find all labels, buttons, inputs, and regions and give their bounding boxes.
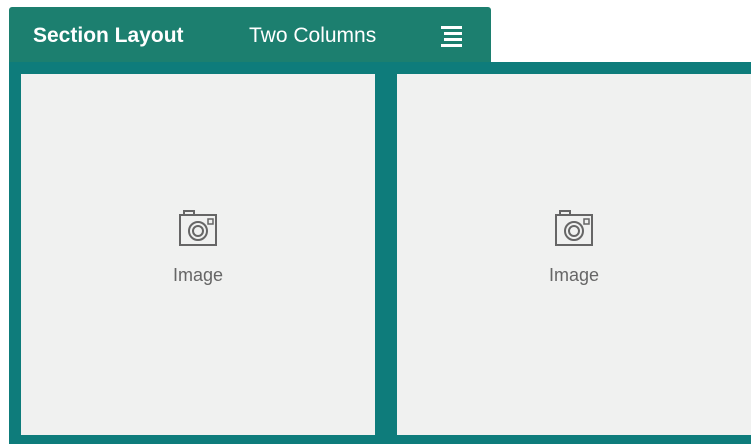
section-layout-name: Two Columns xyxy=(249,24,377,47)
image-placeholder-label: Image xyxy=(172,265,224,285)
section-frame: Image Image xyxy=(9,62,751,444)
column-right[interactable]: Image xyxy=(397,74,751,435)
section-title: Section Layout xyxy=(33,24,184,47)
image-placeholder[interactable]: Image xyxy=(397,198,751,286)
image-placeholder-label: Image xyxy=(548,265,600,285)
camera-icon xyxy=(179,210,217,246)
column-left[interactable]: Image xyxy=(21,74,375,435)
camera-icon xyxy=(555,210,593,246)
image-placeholder[interactable]: Image xyxy=(21,198,375,286)
section-header-tab[interactable]: Section Layout Two Columns xyxy=(9,7,491,64)
hamburger-menu-icon[interactable] xyxy=(440,24,466,50)
page: Section Layout Two Columns Image Image xyxy=(0,0,751,444)
